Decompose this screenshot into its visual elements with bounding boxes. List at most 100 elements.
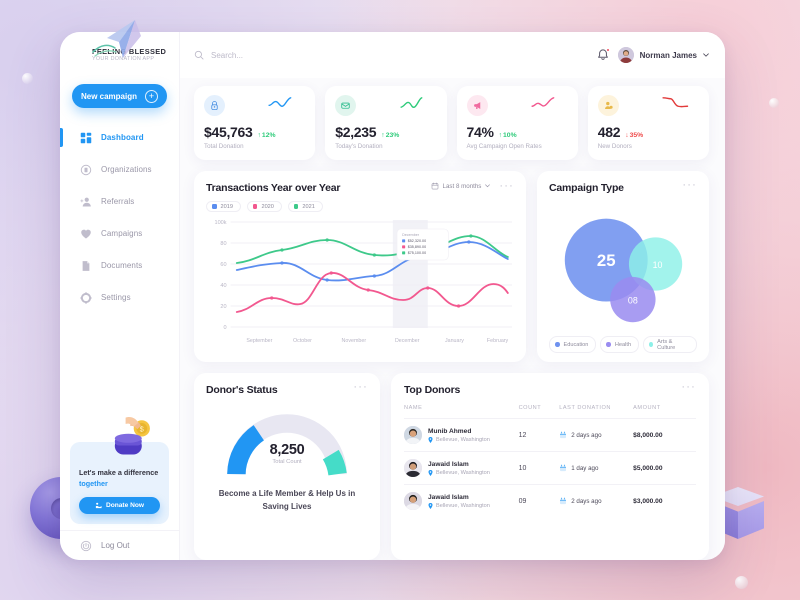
notification-unread-dot <box>605 48 610 52</box>
panel-title: Campaign Type <box>549 182 624 194</box>
svg-text:December: December <box>402 233 420 237</box>
search-bar[interactable] <box>194 50 588 60</box>
brand-name: FEELING BLESSED <box>92 46 167 56</box>
avatar <box>404 426 422 444</box>
campaign-type-legend: Education Health Arts & Culture <box>549 336 697 353</box>
donate-now-button[interactable]: Donate Now <box>79 497 160 514</box>
new-campaign-button[interactable]: New campaign + <box>72 84 167 108</box>
dashboard-content: $45,763 ↑ 12% Total Donation $2,235 ↑ 23… <box>180 78 725 560</box>
legend-item[interactable]: Education <box>549 336 597 353</box>
donor-location: Bellevue, Washington <box>436 469 490 476</box>
sidebar-item-label: Organizations <box>101 165 152 174</box>
campaign-type-panel: Campaign Type ··· 25 10 08 Education Hea… <box>537 171 709 362</box>
sidebar-item-settings[interactable]: Settings <box>60 282 179 313</box>
building-icon <box>80 164 92 175</box>
transactions-panel: Transactions Year over Year Last 8 month… <box>194 171 526 362</box>
user-add-icon <box>80 197 91 206</box>
main-area: Norman James <box>180 32 725 560</box>
column-header-last-donation: LAST DONATION <box>559 405 611 411</box>
search-input[interactable] <box>211 50 391 60</box>
promo-title-accent: together <box>79 478 108 488</box>
svg-text:$35,890.00: $35,890.00 <box>408 245 426 249</box>
kpi-card-open-rates: 74% ↑ 10% Avg Campaign Open Rates <box>456 86 578 160</box>
chart-legend: 2019 2020 2021 <box>206 201 514 212</box>
calendar-icon <box>560 464 567 472</box>
more-dots-icon[interactable]: ··· <box>353 382 368 393</box>
document-icon <box>82 260 90 271</box>
gauge-value: 8,250 <box>269 442 305 458</box>
kpi-delta: ↑ 23% <box>381 132 400 139</box>
svg-text:20: 20 <box>220 304 226 310</box>
legend-item[interactable]: Arts & Culture <box>643 336 697 353</box>
legend-label: Health <box>614 341 632 348</box>
legend-item[interactable]: 2019 <box>206 201 241 212</box>
table-row[interactable]: Jawaid Islam Bellevue, Washington <box>404 484 696 517</box>
table-row[interactable]: Jawaid Islam Bellevue, Washington <box>404 451 696 484</box>
user-badge-icon <box>597 95 619 116</box>
donor-amount: $5,000.00 <box>633 464 663 472</box>
kpi-value: 74% <box>466 124 494 140</box>
logout-label: Log Out <box>101 541 130 550</box>
column-header-name: NAME <box>404 405 423 411</box>
legend-item[interactable]: Health <box>600 336 640 353</box>
svg-text:February: February <box>487 338 509 344</box>
legend-item[interactable]: 2020 <box>246 201 282 212</box>
svg-text:60: 60 <box>220 262 226 268</box>
series-2019-line <box>235 241 509 282</box>
legend-label: Education <box>563 341 589 348</box>
legend-color-swatch <box>293 204 299 209</box>
avatar <box>404 459 422 477</box>
bottom-row: Donor's Status ··· 8,250 Total Count Bec… <box>194 373 709 560</box>
sparkline-up <box>531 97 555 107</box>
gauge-sub-label: Total Count <box>272 459 302 465</box>
svg-text:100k: 100k <box>215 220 227 226</box>
sidebar-item-referrals[interactable]: Referrals <box>60 186 179 217</box>
calendar-icon <box>560 497 567 505</box>
more-dots-icon[interactable]: ··· <box>681 382 696 393</box>
legend-label: 2021 <box>302 203 315 210</box>
location-pin-icon <box>428 469 433 476</box>
donor-amount: $3,000.00 <box>633 497 663 505</box>
transactions-line-chart: 100k 80 60 40 20 0 September October Nov… <box>215 220 512 344</box>
brand-logo[interactable]: FEELING BLESSED YOUR DONATION APP <box>60 32 179 78</box>
svg-text:October: October <box>293 338 312 344</box>
sidebar-item-organizations[interactable]: Organizations <box>60 154 179 185</box>
more-dots-icon[interactable]: ··· <box>682 180 697 191</box>
kpi-card-new-donors: 482 ↓ 35% New Donors <box>587 86 709 160</box>
date-range-selector[interactable]: Last 8 months <box>431 182 491 190</box>
sidebar-item-documents[interactable]: Documents <box>60 250 179 281</box>
sidebar-item-dashboard[interactable]: Dashboard <box>60 122 179 153</box>
svg-text:January: January <box>445 338 464 344</box>
brand-tagline: YOUR DONATION APP <box>92 55 155 62</box>
sidebar-item-label: Campaigns <box>101 229 143 238</box>
panel-title: Top Donors <box>404 384 461 396</box>
chevron-down-icon <box>703 53 709 57</box>
sparkline-up <box>268 97 292 107</box>
campaign-type-bubble-chart: 25 10 08 <box>564 218 683 323</box>
more-dots-icon[interactable]: ··· <box>499 181 514 192</box>
avatar <box>617 47 634 63</box>
svg-text:0: 0 <box>223 325 226 331</box>
legend-item[interactable]: 2021 <box>287 201 323 212</box>
sidebar-item-label: Documents <box>101 261 143 270</box>
logout-button[interactable]: Log Out <box>60 530 179 560</box>
kpi-value: $45,763 <box>204 124 253 140</box>
heart-icon <box>81 229 91 238</box>
notification-bell-button[interactable] <box>596 48 610 62</box>
mid-row: Transactions Year over Year Last 8 month… <box>194 171 709 362</box>
donor-amount: $8,000.00 <box>633 431 663 439</box>
sidebar-item-campaigns[interactable]: Campaigns <box>60 218 179 249</box>
legend-label: 2019 <box>220 203 233 210</box>
new-campaign-label: New campaign <box>80 91 137 101</box>
donor-location: Bellevue, Washington <box>436 502 490 509</box>
column-header-count: COUNT <box>518 405 542 411</box>
table-row[interactable]: Munib Ahmed Bellevue, Washington 12 2 da… <box>404 418 696 451</box>
chevron-down-icon <box>485 184 491 188</box>
user-menu[interactable]: Norman James <box>617 47 709 63</box>
legend-color-swatch <box>606 342 611 347</box>
bubble-label-education: 25 <box>597 251 616 270</box>
calendar-icon <box>431 182 438 190</box>
donor-name: Munib Ahmed <box>428 427 472 435</box>
donate-now-label: Donate Now <box>105 502 145 509</box>
column-header-amount: AMOUNT <box>633 405 661 411</box>
